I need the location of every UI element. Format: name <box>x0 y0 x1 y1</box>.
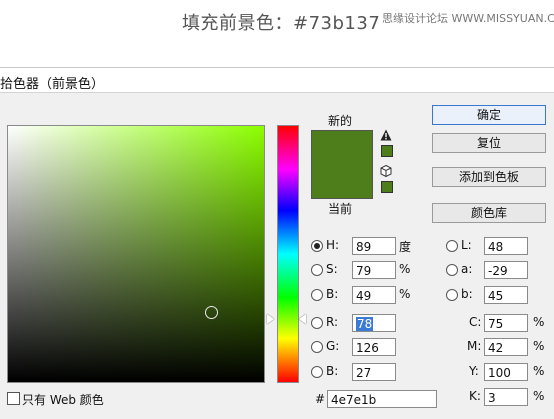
hex-input[interactable]: 4e7e1b <box>327 390 437 408</box>
saturation-unit: % <box>399 262 411 276</box>
hue-input[interactable]: 89 <box>352 237 396 255</box>
green-radio[interactable] <box>311 341 323 353</box>
caption-text: 填充前景色：#73b137 <box>182 13 381 34</box>
current-color-swatch[interactable] <box>311 164 373 199</box>
brightness-input[interactable]: 49 <box>352 286 396 304</box>
web-safe-cube-icon[interactable] <box>380 165 392 177</box>
color-libraries-button[interactable]: 颜色库 <box>432 203 546 223</box>
color-field[interactable] <box>7 125 265 383</box>
green-label: G: <box>326 339 340 353</box>
cyan-input[interactable]: 75 <box>484 314 528 332</box>
web-colors-only-label[interactable]: 只有 Web 颜色 <box>22 391 104 408</box>
saturation-radio[interactable] <box>311 264 323 276</box>
black-unit: % <box>533 389 545 403</box>
lab-b-label: b: <box>461 287 473 301</box>
yellow-label: Y: <box>469 364 479 378</box>
web-safe-color-swatch[interactable] <box>381 181 393 193</box>
add-to-swatches-button[interactable]: 添加到色板 <box>432 167 546 187</box>
magenta-input[interactable]: 42 <box>484 338 528 356</box>
saturation-input[interactable]: 79 <box>352 261 396 279</box>
hue-radio[interactable] <box>311 240 323 252</box>
brightness-unit: % <box>399 287 411 301</box>
brightness-radio[interactable] <box>311 289 323 301</box>
blue-input[interactable]: 27 <box>352 363 396 381</box>
out-of-gamut-warning-icon[interactable] <box>380 129 392 141</box>
color-picker-dialog: 拾色器（前景色） 新的 当前 确定 复位 添加到色板 颜色库 H: 89 度 S… <box>0 67 554 419</box>
lab-a-label: a: <box>461 262 473 276</box>
blue-radio[interactable] <box>311 366 323 378</box>
hue-slider-right-handle-icon[interactable] <box>299 314 306 324</box>
color-field-cursor[interactable] <box>205 306 218 319</box>
watermark-text: 思缘设计论坛 WWW.MISSYUAN.COM <box>382 12 554 25</box>
cyan-unit: % <box>533 315 545 329</box>
ok-button[interactable]: 确定 <box>432 105 546 125</box>
hue-label: H: <box>326 238 340 252</box>
yellow-input[interactable]: 100 <box>484 363 528 381</box>
lab-l-label: L: <box>461 238 472 252</box>
lab-b-radio[interactable] <box>446 289 458 301</box>
current-color-label: 当前 <box>328 202 353 216</box>
blue-label: B: <box>326 364 339 378</box>
magenta-unit: % <box>533 339 545 353</box>
web-colors-only-checkbox[interactable] <box>7 392 20 405</box>
new-color-label: 新的 <box>328 114 353 128</box>
gamut-color-swatch[interactable] <box>381 145 393 157</box>
cyan-label: C: <box>469 315 482 329</box>
red-label: R: <box>326 315 339 329</box>
lab-b-input[interactable]: 45 <box>484 286 528 304</box>
red-input-selected-value: 78 <box>356 317 374 331</box>
red-input[interactable]: 78 <box>352 314 396 332</box>
hue-slider[interactable] <box>277 125 299 383</box>
hue-slider-left-handle-icon[interactable] <box>267 314 274 324</box>
new-color-swatch <box>311 130 373 165</box>
yellow-unit: % <box>533 364 545 378</box>
lab-l-radio[interactable] <box>446 240 458 252</box>
lab-l-input[interactable]: 48 <box>484 237 528 255</box>
lab-a-input[interactable]: -29 <box>484 261 528 279</box>
brightness-label: B: <box>326 287 339 301</box>
dialog-title: 拾色器（前景色） <box>0 77 105 92</box>
hue-unit: 度 <box>399 240 412 254</box>
hex-label: # <box>315 392 326 406</box>
green-input[interactable]: 126 <box>352 338 396 356</box>
black-label: K: <box>469 389 481 403</box>
black-input[interactable]: 3 <box>484 388 528 406</box>
saturation-label: S: <box>326 262 338 276</box>
lab-a-radio[interactable] <box>446 264 458 276</box>
red-radio[interactable] <box>311 317 323 329</box>
magenta-label: M: <box>467 339 482 353</box>
reset-button[interactable]: 复位 <box>432 133 546 153</box>
dialog-titlebar: 拾色器（前景色） <box>0 68 554 93</box>
